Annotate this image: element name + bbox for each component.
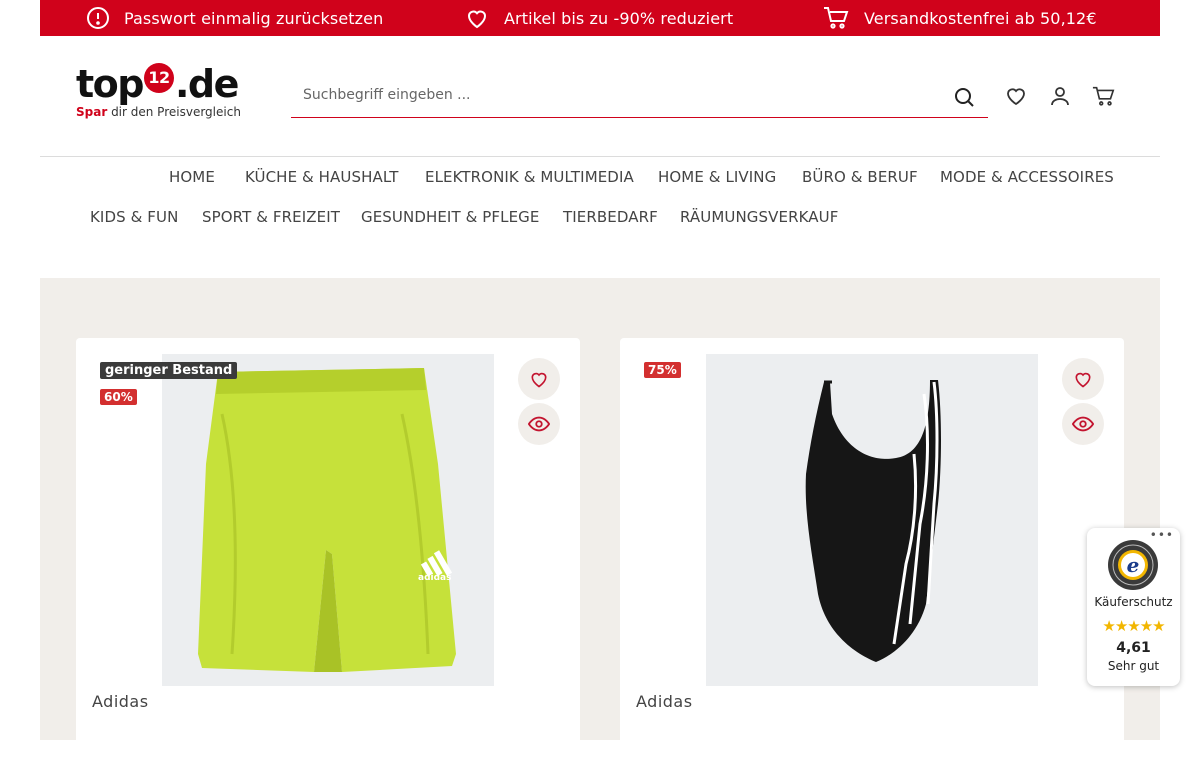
nav-sport-freizeit[interactable]: SPORT & FREIZEIT: [202, 208, 340, 226]
rating-score: 4,61: [1116, 640, 1151, 656]
quick-view-button[interactable]: [518, 403, 560, 445]
svg-text:adidas: adidas: [418, 573, 451, 583]
search-icon[interactable]: [952, 85, 976, 109]
rating-stars: ★★★★★: [1102, 617, 1165, 635]
swim-shorts-image: adidas: [162, 354, 494, 686]
product-card[interactable]: 75% Adidas: [620, 338, 1124, 758]
add-to-wishlist-button[interactable]: [518, 358, 560, 400]
swimsuit-image: [706, 354, 1038, 686]
quick-view-button[interactable]: [1062, 403, 1104, 445]
nav-kueche-haushalt[interactable]: KÜCHE & HAUSHALT: [245, 168, 399, 186]
logo-domain: .de: [174, 62, 239, 106]
product-brand: Adidas: [92, 692, 149, 711]
logo-tagline: Spar dir den Preisvergleich: [76, 105, 246, 119]
trusted-shops-seal-icon: e: [1108, 540, 1158, 590]
promo-shipping-text: Versandkostenfrei ab 50,12€: [864, 8, 1097, 28]
nav-kids-fun[interactable]: KIDS & FUN: [90, 208, 178, 226]
cart-icon: [824, 7, 849, 29]
promo-discount-text: Artikel bis zu -90% reduziert: [504, 8, 734, 28]
nav-tierbedarf[interactable]: TIERBEDARF: [563, 208, 658, 226]
nav-mode-accessoires[interactable]: MODE & ACCESSOIRES: [940, 168, 1114, 186]
heart-icon: [1075, 372, 1091, 388]
nav-home[interactable]: HOME: [169, 168, 215, 186]
promo-discount[interactable]: Artikel bis zu -90% reduziert: [464, 0, 733, 36]
buyer-protection-label: Käuferschutz: [1094, 595, 1173, 609]
nav-buero-beruf[interactable]: BÜRO & BERUF: [802, 168, 918, 186]
header-divider: [40, 156, 1160, 157]
product-brand: Adidas: [636, 692, 693, 711]
logo-wordmark: top 12 .de: [76, 62, 246, 106]
search-bar: [291, 76, 988, 118]
account-user-icon[interactable]: [1048, 84, 1072, 108]
logo-tagline-red: Spar: [76, 105, 108, 119]
logo-top: top: [76, 62, 144, 106]
product-image[interactable]: adidas: [162, 354, 494, 686]
alert-circle-icon: [87, 7, 109, 29]
discount-badge: 75%: [644, 362, 681, 378]
rating-text: Sehr gut: [1107, 659, 1160, 673]
site-logo[interactable]: top 12 .de Spar dir den Preisvergleich: [76, 62, 246, 128]
promo-reset-password-text: Passwort einmalig zurücksetzen: [124, 8, 384, 28]
add-to-wishlist-button[interactable]: [1062, 358, 1104, 400]
search-input[interactable]: [291, 76, 931, 114]
nav-elektronik-multimedia[interactable]: ELEKTRONIK & MULTIMEDIA: [425, 168, 634, 186]
promo-reset-password[interactable]: Passwort einmalig zurücksetzen: [86, 0, 383, 36]
eye-icon: [1072, 416, 1094, 432]
product-image[interactable]: [706, 354, 1038, 686]
discount-badge: 60%: [100, 389, 137, 405]
product-card[interactable]: adidas geringer Bestand 60% Adidas: [76, 338, 580, 758]
wishlist-heart-icon[interactable]: [1004, 84, 1028, 108]
eye-icon: [528, 416, 550, 432]
promo-bar: Passwort einmalig zurücksetzen Artikel b…: [40, 0, 1160, 36]
promo-shipping[interactable]: Versandkostenfrei ab 50,12€: [822, 0, 1097, 36]
product-grid: adidas geringer Bestand 60% Adidas 75% A…: [40, 278, 1160, 758]
nav-raeumungsverkauf[interactable]: RÄUMUNGSVERKAUF: [680, 208, 838, 226]
shopping-cart-icon[interactable]: [1092, 84, 1116, 108]
logo-tagline-rest: dir den Preisvergleich: [107, 105, 241, 119]
nav-gesundheit-pflege[interactable]: GESUNDHEIT & PFLEGE: [361, 208, 539, 226]
nav-home-living[interactable]: HOME & LIVING: [658, 168, 776, 186]
low-stock-badge: geringer Bestand: [100, 362, 238, 379]
heart-icon: [467, 10, 487, 29]
trusted-shops-widget[interactable]: ••• e Käuferschutz ★★★★★ 4,61 Sehr gut: [1087, 528, 1180, 686]
svg-text:e: e: [1127, 553, 1140, 577]
logo-number-badge: 12: [143, 63, 174, 93]
heart-icon: [531, 372, 547, 388]
